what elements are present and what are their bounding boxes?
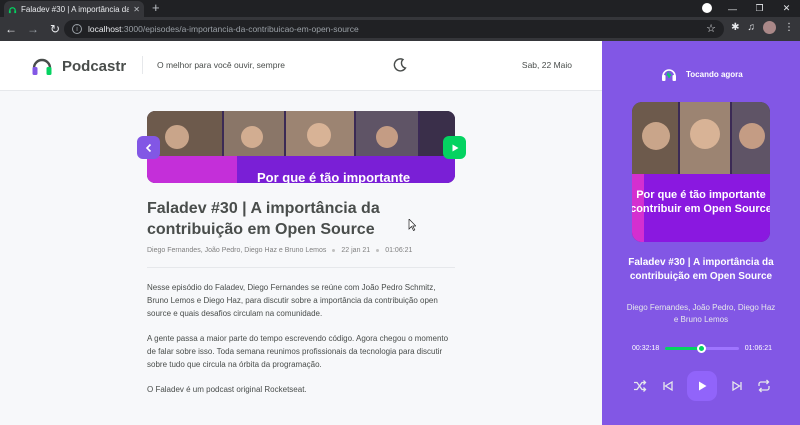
window-minimize-button[interactable]: — (719, 4, 746, 14)
profile-avatar[interactable] (763, 21, 776, 34)
back-arrow-icon[interactable]: ← (0, 22, 22, 36)
episode-date: 22 jan 21 (341, 247, 371, 254)
new-tab-icon[interactable]: + (152, 1, 160, 15)
moon-icon[interactable] (392, 57, 408, 73)
player-episode-members: Diego Fernandes, João Pedro, Diego Haz e… (626, 303, 776, 324)
logo: Podcastr (30, 54, 126, 78)
episode-description: Nesse episódio do Faladev, Diego Fernand… (147, 281, 457, 408)
progress-handle[interactable] (697, 344, 707, 353)
episode-thumbnail: Por que é tão importante (147, 111, 455, 183)
app-header: Podcastr O melhor para você ouvir, sempr… (0, 41, 602, 91)
episode-members: Diego Fernandes, João Pedro, Diego Haz e… (147, 247, 327, 254)
now-playing-label: Tocando agora (686, 69, 743, 79)
repeat-button[interactable] (756, 378, 772, 394)
back-button[interactable] (137, 136, 160, 159)
window-close-button[interactable]: ✕ (773, 3, 800, 14)
current-time: 00:32:18 (632, 345, 660, 352)
play-icon (452, 144, 458, 151)
headphones-favicon-icon (8, 6, 17, 13)
extensions-icon[interactable]: ✱ (731, 22, 739, 33)
meta-separator (376, 249, 380, 252)
skip-back-icon (662, 380, 673, 392)
episode-duration: 01:06:21 (385, 247, 413, 254)
recording-indicator-icon (702, 3, 712, 13)
player-cover: Por que é tão importante contribuir em O… (632, 102, 770, 242)
description-paragraph: A gente passa a maior parte do tempo esc… (147, 334, 449, 369)
reload-icon[interactable]: ↻ (44, 22, 66, 36)
headphones-icon (662, 69, 676, 81)
progress-fill (665, 347, 702, 350)
shuffle-icon (634, 380, 647, 392)
description-paragraph: Nesse episódio do Faladev, Diego Fernand… (147, 283, 438, 318)
thumbnail-caption: Por que é tão importante (257, 170, 410, 183)
window-maximize-button[interactable]: ❐ (746, 3, 773, 14)
url-text[interactable]: localhost:3000/episodes/a-importancia-da… (88, 24, 359, 34)
current-date: Sab, 22 Maio (521, 60, 572, 70)
browser-tabbar: Faladev #30 | A importância da c ✕ + — ❐… (0, 0, 800, 17)
progress-bar: 00:32:18 01:06:21 (632, 344, 772, 353)
now-playing-header: Tocando agora (660, 65, 743, 83)
main-content: Podcastr O melhor para você ouvir, sempr… (0, 41, 602, 425)
tagline: O melhor para você ouvir, sempre (142, 56, 285, 74)
bookmark-star-icon[interactable]: ☆ (706, 22, 716, 35)
progress-slider[interactable] (665, 344, 739, 353)
browser-toolbar: ← → ↻ i localhost:3000/episodes/a-import… (0, 17, 800, 41)
shuffle-button[interactable] (632, 378, 648, 394)
tab-title: Faladev #30 | A importância da c (21, 4, 130, 14)
play-icon (699, 381, 707, 391)
browser-menu-icon[interactable]: ⋮ (784, 22, 794, 33)
meta-separator (332, 249, 336, 252)
brand-name: Podcastr (62, 57, 127, 75)
play-button[interactable] (687, 371, 717, 401)
description-paragraph: O Faladev é um podcast original Rocketse… (147, 385, 307, 394)
player-episode-title: Faladev #30 | A importância da contribui… (628, 257, 774, 282)
headphones-logo-icon (32, 58, 52, 75)
browser-tab[interactable]: Faladev #30 | A importância da c ✕ (4, 1, 144, 17)
cover-caption-1: Por que é tão importante (636, 189, 766, 201)
address-bar[interactable]: i localhost:3000/episodes/a-importancia-… (64, 20, 724, 38)
info-icon[interactable]: i (72, 24, 82, 34)
previous-button[interactable] (660, 378, 676, 394)
total-time: 01:06:21 (744, 345, 772, 352)
next-button[interactable] (729, 378, 745, 394)
forward-arrow-icon[interactable]: → (22, 22, 44, 36)
tab-close-icon[interactable]: ✕ (133, 5, 140, 14)
player-controls (632, 371, 772, 401)
repeat-icon (758, 379, 770, 393)
media-control-icon[interactable]: ♫ (748, 22, 756, 33)
chevron-left-icon (145, 143, 151, 152)
player-panel: Tocando agora Por que é tão importante c… (602, 41, 800, 425)
cover-caption-2: contribuir em Open Source (632, 203, 770, 215)
skip-forward-icon (731, 380, 742, 392)
episode-title: Faladev #30 | A importância da contribui… (147, 200, 380, 238)
episode-meta: Diego Fernandes, João Pedro, Diego Haz e… (147, 247, 455, 268)
play-episode-button[interactable] (443, 136, 466, 159)
text-cursor-icon (408, 219, 416, 231)
